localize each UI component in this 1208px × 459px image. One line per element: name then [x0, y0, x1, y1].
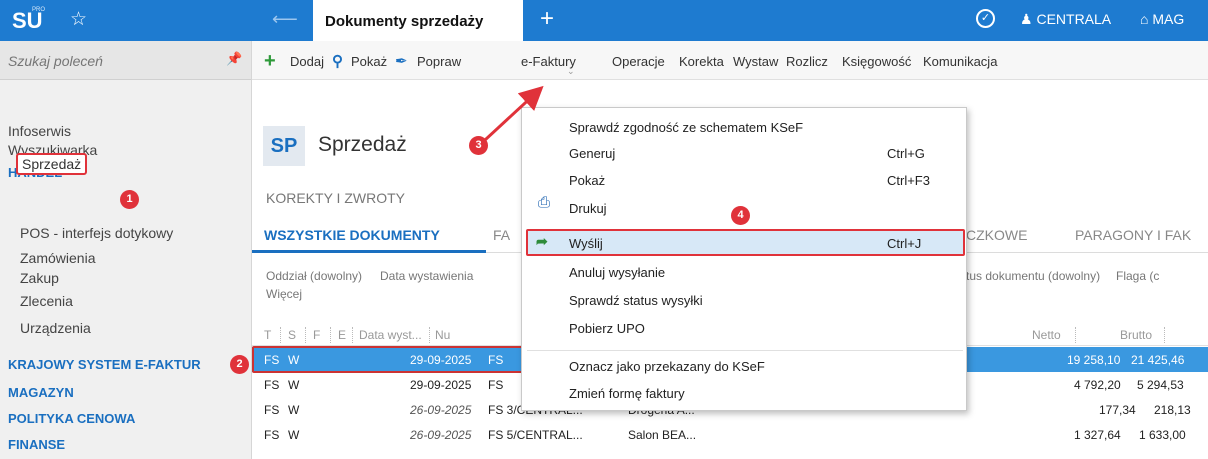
annotation-arrow: [483, 85, 544, 142]
